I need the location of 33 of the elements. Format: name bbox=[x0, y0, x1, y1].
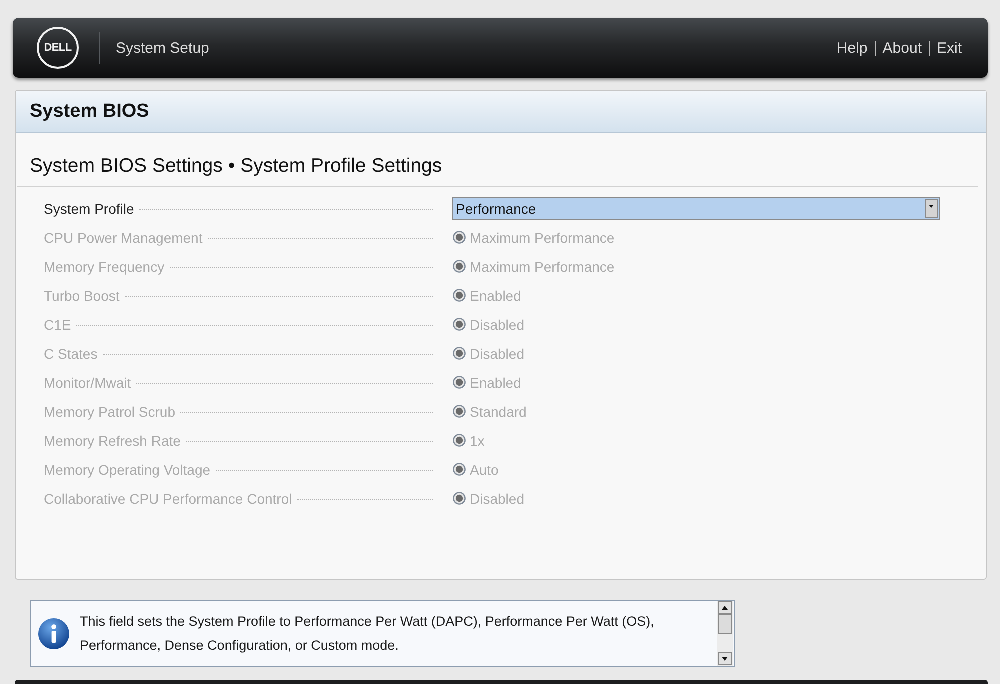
setting-label: C1E bbox=[44, 316, 72, 332]
setting-label: Turbo Boost bbox=[44, 288, 120, 304]
setting-label: CPU Power Management bbox=[44, 230, 203, 246]
setting-label: Memory Frequency bbox=[44, 258, 165, 274]
setting-value: Disabled bbox=[470, 490, 524, 506]
setting-label: Collaborative CPU Performance Control bbox=[44, 490, 292, 506]
info-icon bbox=[38, 618, 70, 650]
setting-value: 1x bbox=[470, 432, 485, 448]
page-heading: System BIOS Settings • System Profile Settings bbox=[30, 154, 442, 178]
setting-value: Disabled bbox=[470, 316, 524, 332]
setting-label: Memory Operating Voltage bbox=[44, 462, 211, 478]
nav-link[interactable]: Help bbox=[836, 40, 868, 56]
app-title: System Setup bbox=[116, 40, 210, 56]
profile-dropdown[interactable]: Performance bbox=[452, 197, 940, 220]
brand-logo: DELL bbox=[37, 27, 79, 69]
scrollbar[interactable] bbox=[717, 601, 733, 666]
setting-value: Enabled bbox=[470, 288, 522, 304]
setting-value: Maximum Performance bbox=[470, 258, 615, 274]
setting-label: Memory Patrol Scrub bbox=[44, 404, 176, 420]
nav-link[interactable]: About bbox=[882, 40, 922, 56]
setting-value: Auto bbox=[470, 462, 499, 478]
setting-label: Monitor/Mwait bbox=[44, 374, 132, 390]
setting-label: C States bbox=[44, 346, 98, 362]
nav-link[interactable]: Exit bbox=[936, 40, 962, 56]
setting-value: Maximum Performance bbox=[470, 230, 615, 246]
setting-label: System Profile bbox=[44, 200, 134, 216]
panel-title: System BIOS bbox=[30, 100, 150, 122]
help-text: This field sets the System Profile to Performance Per Watt (DAPC), Performance Per Watt (OS), Performance, Dense Configuration, or Custom mode. bbox=[80, 612, 656, 655]
setting-value: Standard bbox=[470, 404, 527, 420]
setting-value: Enabled bbox=[470, 374, 522, 390]
caret-icon bbox=[925, 199, 938, 218]
setting-value: Disabled bbox=[470, 346, 524, 362]
setting-label: Memory Refresh Rate bbox=[44, 432, 181, 448]
